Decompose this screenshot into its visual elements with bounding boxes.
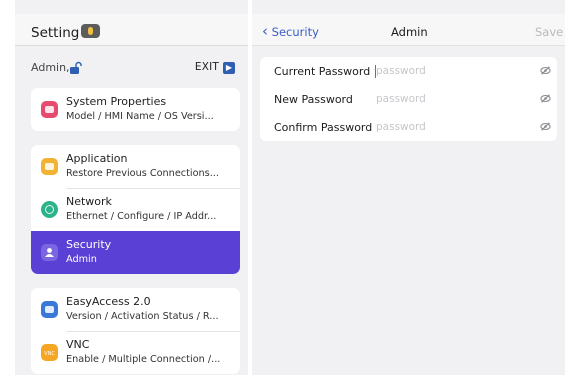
current-user-label: Admin,: [31, 61, 70, 74]
detail-panel: ‹ Security Admin Save Current Password N…: [252, 0, 565, 375]
settings-group-remote: EasyAccess 2.0 Version / Activation Stat…: [31, 288, 240, 374]
new-password-row: New Password: [260, 85, 557, 113]
back-label: Security: [271, 25, 319, 39]
password-form: Current Password New Password Confirm Pa…: [260, 57, 557, 141]
sidebar-item-subtitle: Ethernet / Configure / IP Addr...: [66, 211, 217, 222]
system-properties-icon: [41, 101, 58, 118]
sidebar-item-subtitle: Version / Activation Status / R...: [66, 311, 219, 322]
easyaccess-icon: [41, 301, 58, 318]
sidebar-item-title: Security: [66, 238, 112, 251]
save-button[interactable]: Save: [535, 25, 563, 39]
exit-icon[interactable]: ▶: [223, 62, 235, 74]
sidebar-item-vnc[interactable]: VNC VNC Enable / Multiple Connection /..…: [31, 331, 240, 374]
settings-sidebar: Setting Admin, EXIT ▶ System Properties …: [15, 0, 248, 375]
current-password-row: Current Password: [260, 57, 557, 85]
sidebar-item-title: VNC: [66, 338, 90, 351]
sidebar-item-title: System Properties: [66, 95, 167, 108]
new-password-label: New Password: [274, 93, 353, 106]
user-row: Admin, EXIT ▶: [31, 61, 241, 77]
confirm-password-label: Confirm Password: [274, 121, 373, 134]
current-password-field[interactable]: [376, 62, 526, 80]
settings-group-connectivity: Application Restore Previous Connections…: [31, 145, 240, 274]
page-title: Admin: [391, 25, 428, 39]
sidebar-item-security[interactable]: Security Admin: [31, 231, 240, 274]
current-password-label: Current Password: [274, 65, 371, 78]
settings-group-system: System Properties Model / HMI Name / OS …: [31, 88, 240, 131]
vnc-icon: VNC: [41, 344, 58, 361]
sidebar-item-application[interactable]: Application Restore Previous Connections…: [31, 145, 240, 188]
sidebar-title: Setting: [31, 25, 80, 41]
sidebar-header: Setting: [15, 14, 248, 46]
sidebar-item-network[interactable]: Network Ethernet / Configure / IP Addr..…: [31, 188, 240, 231]
settings-badge-icon: [81, 24, 100, 38]
chevron-left-icon: ‹: [262, 22, 268, 40]
sidebar-item-subtitle: Restore Previous Connections...: [66, 168, 219, 179]
back-button[interactable]: ‹ Security: [262, 22, 319, 40]
eye-slash-icon[interactable]: [540, 94, 551, 103]
confirm-password-row: Confirm Password: [260, 113, 557, 141]
security-icon: [41, 244, 58, 261]
eye-slash-icon[interactable]: [540, 122, 551, 131]
detail-header: ‹ Security Admin Save: [252, 14, 565, 46]
sidebar-item-easyaccess[interactable]: EasyAccess 2.0 Version / Activation Stat…: [31, 288, 240, 331]
sidebar-item-title: Network: [66, 195, 112, 208]
network-icon: [41, 201, 58, 218]
eye-slash-icon[interactable]: [540, 66, 551, 75]
exit-button[interactable]: EXIT: [195, 61, 219, 73]
application-icon: [41, 158, 58, 175]
sidebar-item-title: Application: [66, 152, 128, 165]
sidebar-item-subtitle: Admin: [66, 254, 97, 265]
sidebar-item-subtitle: Model / HMI Name / OS Versi...: [66, 111, 214, 122]
sidebar-item-subtitle: Enable / Multiple Connection /...: [66, 354, 221, 365]
confirm-password-field[interactable]: [376, 118, 526, 136]
sidebar-item-title: EasyAccess 2.0: [66, 295, 151, 308]
svg-text:VNC: VNC: [44, 351, 55, 357]
new-password-field[interactable]: [376, 90, 526, 108]
sidebar-item-system-properties[interactable]: System Properties Model / HMI Name / OS …: [31, 88, 240, 131]
lock-icon: [70, 61, 82, 74]
